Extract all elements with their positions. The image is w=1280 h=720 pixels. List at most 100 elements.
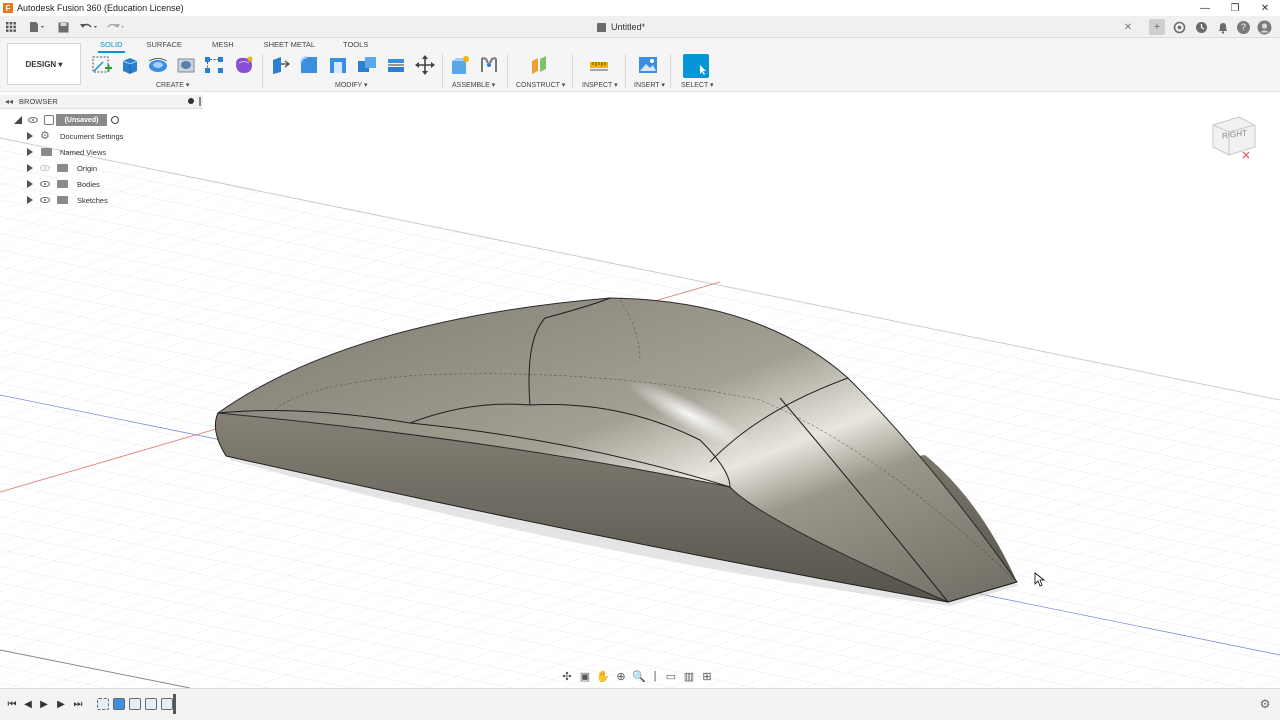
tree-item-document-settings[interactable]: ⚙ Document Settings [0,128,203,144]
step-forward-icon[interactable]: ▶ [55,698,67,710]
minimize-icon[interactable]: — [1190,0,1220,16]
fusion-360-window: F Autodesk Fusion 360 (Education License… [0,0,1280,720]
toolbar-separator [507,54,508,88]
activate-radio-icon[interactable] [111,116,119,124]
visibility-eye-icon[interactable] [40,165,50,171]
look-at-icon[interactable]: ▣ [578,669,592,683]
file-menu-icon[interactable] [28,19,46,35]
undo-icon[interactable] [78,19,100,35]
help-icon[interactable]: ? [1237,20,1250,34]
display-settings-icon[interactable]: ▭ [664,669,678,683]
go-to-start-icon[interactable]: ⏮ [6,698,18,710]
pattern-icon[interactable] [203,54,225,76]
new-tab-plus-icon[interactable]: + [1149,19,1165,35]
workspace-switcher-button[interactable]: DESIGN ▾ [7,43,81,85]
timeline-marker[interactable] [173,694,176,714]
ribbon-tabs: SOLID SURFACE MESH SHEET METAL TOOLS [92,38,368,53]
timeline-settings-gear-icon[interactable]: ⚙ [1258,697,1272,711]
window-controls: — ❐ ✕ [1190,0,1280,16]
viewports-icon[interactable]: ⊞ [700,669,714,683]
expand-icon[interactable] [27,196,33,204]
offset-plane-icon[interactable] [528,54,550,76]
extrude-icon[interactable] [118,54,140,76]
visibility-eye-icon[interactable] [40,181,50,187]
data-panel-grid-icon[interactable] [4,19,18,35]
expand-icon[interactable] [27,180,33,188]
create-sketch-icon[interactable] [91,54,113,76]
tab-mesh[interactable]: MESH [212,38,234,52]
select-group-label[interactable]: SELECT ▾ [681,81,714,89]
tab-surface[interactable]: SURFACE [147,38,182,52]
close-icon[interactable]: ✕ [1250,0,1280,16]
folder-icon [57,164,68,172]
timeline-sketch-feature[interactable] [97,698,109,710]
tab-sheet-metal[interactable]: SHEET METAL [264,38,315,52]
tab-solid[interactable]: SOLID [98,38,124,53]
timeline-feature[interactable] [145,698,157,710]
user-avatar[interactable] [1256,19,1272,35]
new-component-icon[interactable] [449,54,471,76]
toolbar-separator [625,54,626,88]
create-form-icon[interactable] [233,54,255,76]
tree-item-named-views[interactable]: Named Views [0,144,203,160]
tree-item-label: Named Views [60,148,107,157]
view-cube[interactable]: RIGHT [1209,113,1261,163]
expand-icon[interactable] [27,148,33,156]
step-back-icon[interactable]: ◀ [22,698,34,710]
inspect-group-label[interactable]: INSPECT ▾ [582,81,618,89]
combine-icon[interactable] [356,54,378,76]
zoom-icon[interactable]: ⊕ [614,669,628,683]
visibility-eye-icon[interactable] [28,117,38,123]
quick-access-right: + ? [1149,18,1272,36]
tree-item-bodies[interactable]: Bodies [0,176,203,192]
notifications-bell-icon[interactable] [1215,19,1231,35]
joint-icon[interactable] [478,54,500,76]
job-status-icon[interactable] [1193,19,1209,35]
hole-icon[interactable] [175,54,197,76]
modify-group-label[interactable]: MODIFY ▾ [335,81,368,89]
browser-root-row[interactable]: (Unsaved) [0,112,203,128]
create-group-label[interactable]: CREATE ▾ [156,81,189,89]
shell-icon[interactable] [327,54,349,76]
pan-hand-icon[interactable]: ✋ [596,669,610,683]
redo-icon[interactable] [104,19,126,35]
browser-pin-icon[interactable] [188,98,194,104]
collapse-browser-icon[interactable]: ◂◂ [5,97,13,106]
expand-icon[interactable] [27,132,33,140]
fillet-icon[interactable] [298,54,320,76]
tab-tools[interactable]: TOOLS [343,38,368,52]
insert-group-label[interactable]: INSERT ▾ [634,81,665,89]
restore-icon[interactable]: ❐ [1220,0,1250,16]
document-icon [44,115,54,125]
timeline-feature[interactable] [129,698,141,710]
orbit-icon[interactable]: ✣ [560,669,574,683]
timeline-extrude-feature[interactable] [113,698,125,710]
browser-resize-handle[interactable] [199,97,201,106]
grid-snaps-icon[interactable]: ▥ [682,669,696,683]
tree-item-origin[interactable]: Origin [0,160,203,176]
save-icon[interactable] [56,19,70,35]
split-body-icon[interactable] [385,54,407,76]
close-tab-icon[interactable]: ✕ [1122,19,1134,35]
insert-image-icon[interactable] [637,54,659,76]
folder-icon [57,196,68,204]
toolbar-separator [572,54,573,88]
document-tab[interactable]: Untitled* [597,16,645,38]
move-copy-icon[interactable] [414,54,436,76]
tree-item-sketches[interactable]: Sketches [0,192,203,208]
go-to-end-icon[interactable]: ⏭ [72,698,84,710]
fit-zoom-window-icon[interactable]: 🔍 [632,669,646,683]
expand-down-icon[interactable] [13,115,23,125]
revolve-icon[interactable] [147,54,169,76]
measure-icon[interactable] [588,54,610,76]
folder-icon [57,180,68,188]
play-icon[interactable]: ▶ [38,698,50,710]
press-pull-icon[interactable] [269,54,291,76]
timeline-feature[interactable] [161,698,173,710]
visibility-eye-icon[interactable] [40,197,50,203]
assemble-group-label[interactable]: ASSEMBLE ▾ [452,81,495,89]
expand-icon[interactable] [27,164,33,172]
select-icon[interactable] [683,54,709,78]
extensions-icon[interactable] [1171,19,1187,35]
construct-group-label[interactable]: CONSTRUCT ▾ [516,81,565,89]
